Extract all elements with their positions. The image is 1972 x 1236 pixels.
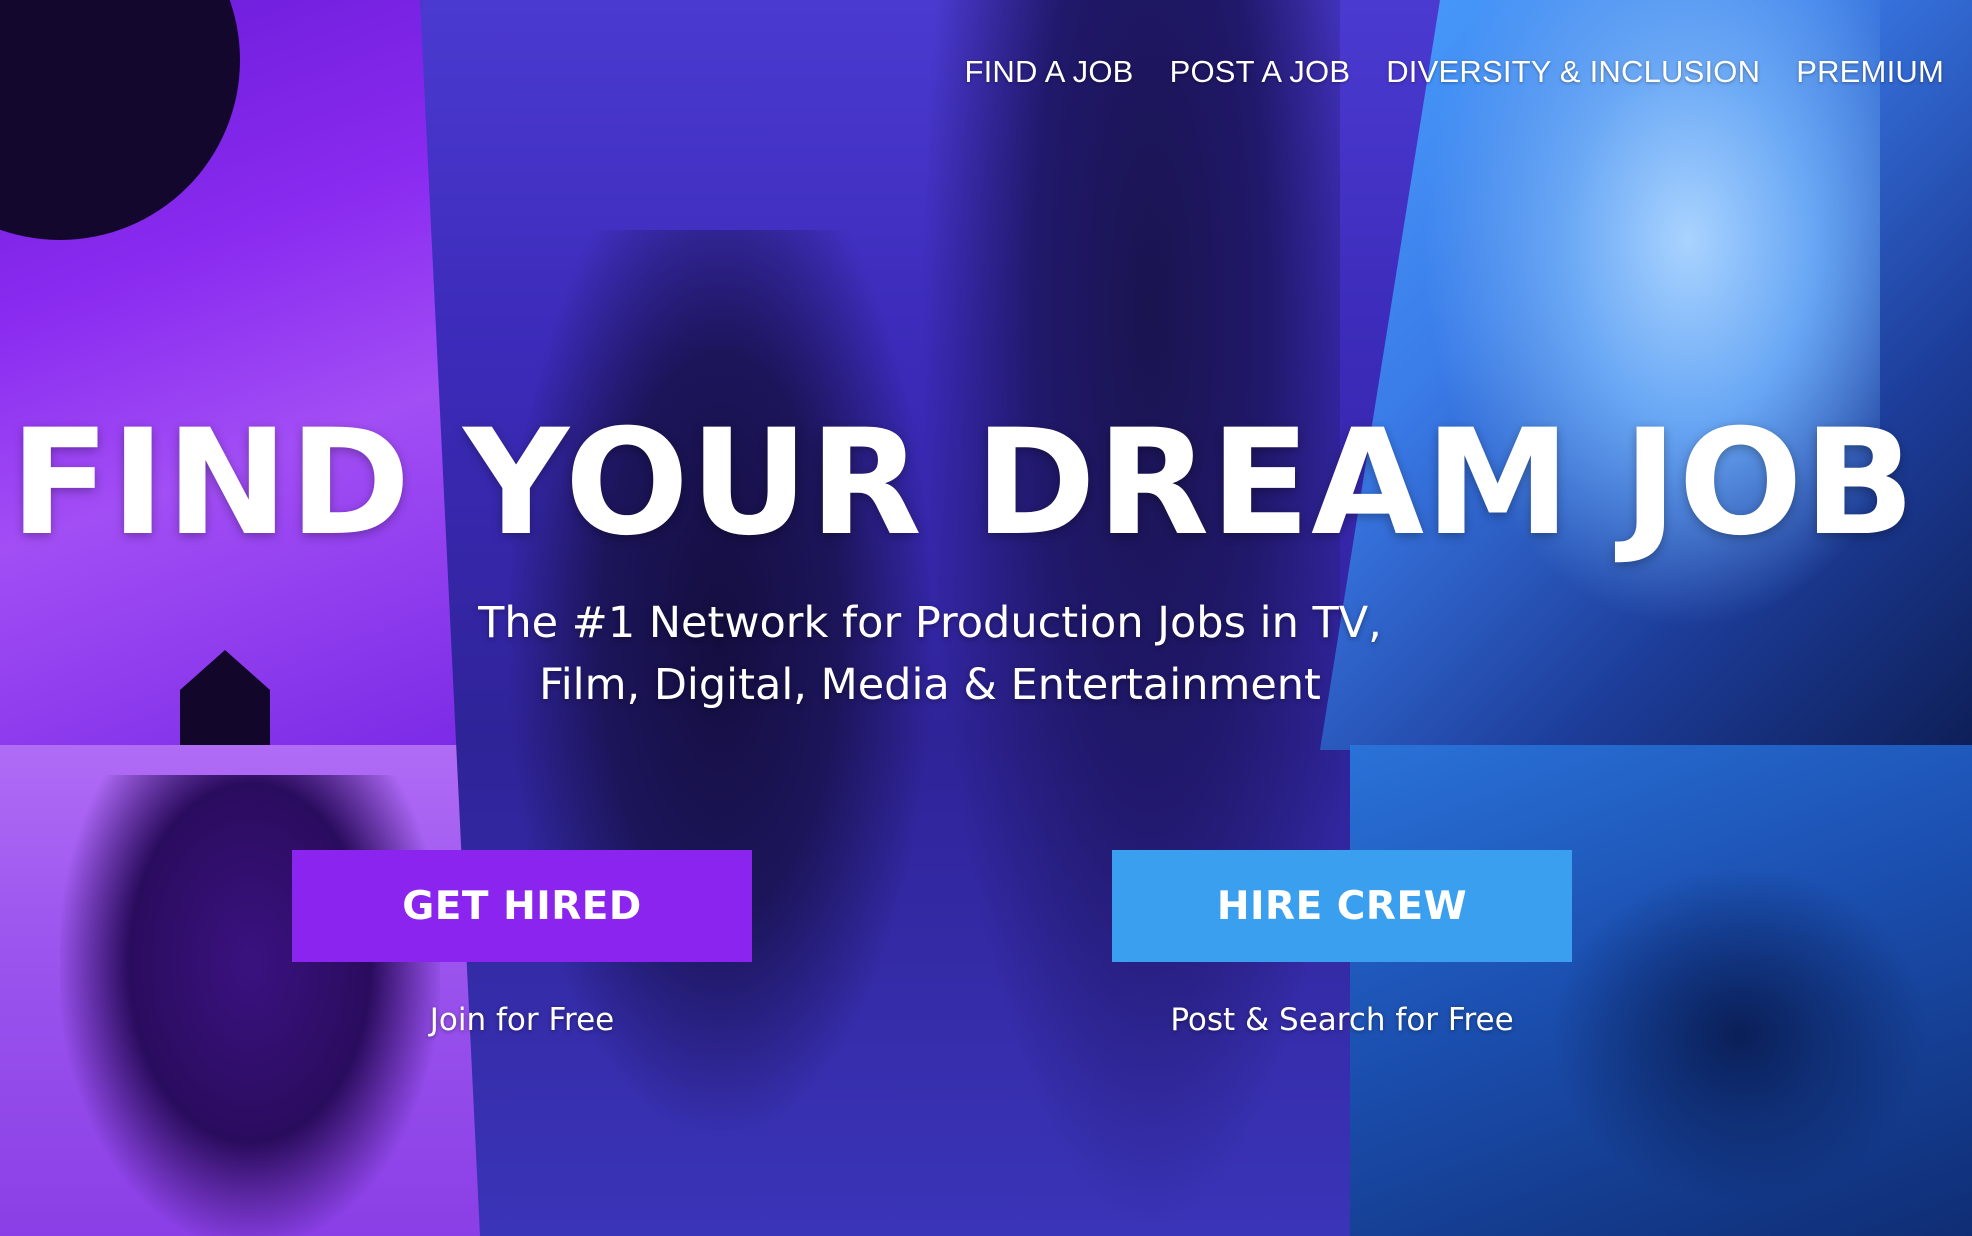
background-photo-panel: [0, 745, 480, 1236]
nav-premium[interactable]: PREMIUM: [1796, 54, 1944, 90]
background-shape: [180, 650, 270, 750]
hero-headline: FIND YOUR DREAM JOB: [10, 398, 1916, 568]
get-hired-button[interactable]: GET HIRED: [292, 850, 752, 962]
hire-crew-sublabel: Post & Search for Free: [1170, 1002, 1514, 1038]
hero-subhead-line: The #1 Network for Production Jobs in TV…: [478, 598, 1382, 648]
nav-post-a-job[interactable]: POST A JOB: [1170, 54, 1351, 90]
top-nav: FIND A JOB POST A JOB DIVERSITY & INCLUS…: [964, 54, 1944, 90]
hero-subhead-line: Film, Digital, Media & Entertainment: [539, 660, 1321, 710]
background-photo-panel: [1350, 745, 1972, 1236]
background-shape: [0, 0, 240, 240]
background-photo-panel: [0, 0, 470, 750]
hero-subhead: The #1 Network for Production Jobs in TV…: [420, 592, 1440, 716]
hire-crew-button[interactable]: HIRE CREW: [1112, 850, 1572, 962]
nav-find-a-job[interactable]: FIND A JOB: [964, 54, 1133, 90]
get-hired-sublabel: Join for Free: [429, 1002, 615, 1038]
hero-section: FIND A JOB POST A JOB DIVERSITY & INCLUS…: [0, 0, 1972, 1236]
background-shape: [1550, 865, 1930, 1205]
nav-diversity-inclusion[interactable]: DIVERSITY & INCLUSION: [1386, 54, 1760, 90]
